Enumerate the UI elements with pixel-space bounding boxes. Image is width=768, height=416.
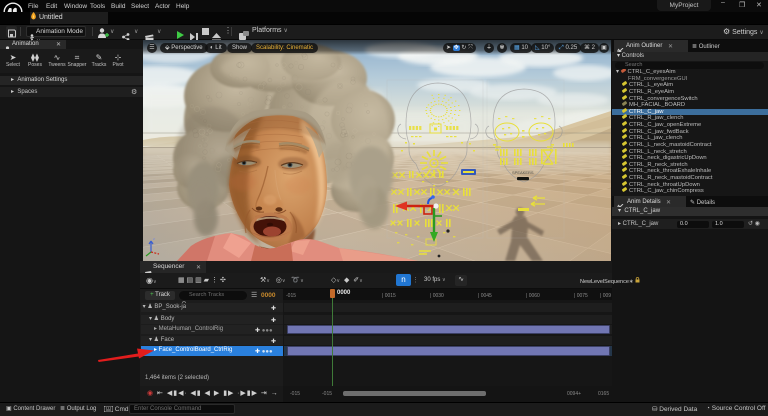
svg-text:SPEAKERS: SPEAKERS — [512, 170, 534, 175]
svg-text:z: z — [153, 236, 155, 241]
